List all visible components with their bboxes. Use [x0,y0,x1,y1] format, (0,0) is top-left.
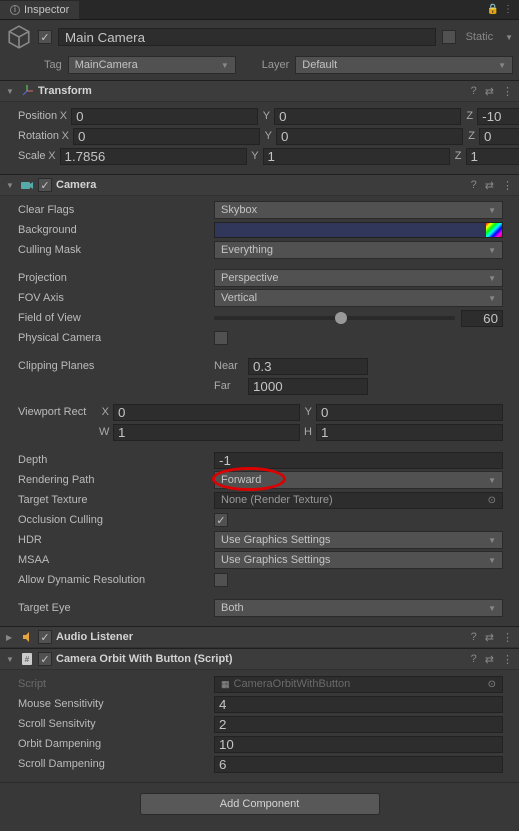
script-field: ▦CameraOrbitWithButton⊙ [214,676,503,693]
scale-z-input[interactable] [466,148,519,165]
projection-dropdown[interactable]: Perspective▼ [214,269,503,287]
foldout-icon[interactable]: ▼ [6,655,16,664]
transform-header[interactable]: ▼ Transform ? ⇄ ⋮ [0,80,519,102]
rotation-label: Rotation [16,130,59,142]
scroll-dampening-input[interactable] [214,756,503,773]
audio-listener-header[interactable]: ▶ Audio Listener ? ⇄ ⋮ [0,626,519,648]
audio-listener-title: Audio Listener [56,631,467,643]
object-picker-icon: ⊙ [488,495,496,506]
help-icon[interactable]: ? [471,179,477,191]
add-component-button[interactable]: Add Component [140,793,380,815]
script-enabled-checkbox[interactable] [38,652,52,666]
position-label: Position [16,110,57,122]
clear-flags-dropdown[interactable]: Skybox▼ [214,201,503,219]
position-y-input[interactable] [274,108,461,125]
menu-icon[interactable]: ⋮ [503,4,513,15]
context-menu-icon[interactable]: ⋮ [502,653,513,666]
mouse-sensitivity-input[interactable] [214,696,503,713]
gameobject-name-input[interactable] [58,28,436,46]
scale-y-input[interactable] [263,148,450,165]
context-menu-icon[interactable]: ⋮ [502,85,513,98]
audio-enabled-checkbox[interactable] [38,630,52,644]
static-dropdown-arrow[interactable]: ▼ [505,33,513,42]
orbit-script-body: Script ▦CameraOrbitWithButton⊙ Mouse Sen… [0,670,519,782]
layer-label: Layer [262,59,290,71]
help-icon[interactable]: ? [471,653,477,665]
msaa-dropdown[interactable]: Use Graphics Settings▼ [214,551,503,569]
scale-x-input[interactable] [60,148,247,165]
tag-dropdown[interactable]: MainCamera▼ [68,56,236,74]
viewport-y-input[interactable] [316,404,503,421]
camera-body: Clear Flags Skybox▼ Background Culling M… [0,196,519,626]
help-icon[interactable]: ? [471,85,477,97]
position-z-input[interactable] [477,108,519,125]
background-color-field[interactable] [214,222,503,238]
static-checkbox[interactable] [442,30,456,44]
gameobject-header: Static ▼ [0,20,519,54]
tab-title: Inspector [24,4,69,16]
help-icon[interactable]: ? [471,631,477,643]
context-menu-icon[interactable]: ⋮ [502,179,513,192]
orbit-dampening-input[interactable] [214,736,503,753]
position-x-input[interactable] [71,108,258,125]
transform-icon [20,84,34,98]
tag-label: Tag [44,59,62,71]
camera-title: Camera [56,179,467,191]
viewport-h-input[interactable] [316,424,503,441]
viewport-w-input[interactable] [113,424,300,441]
viewport-x-input[interactable] [113,404,300,421]
foldout-icon[interactable]: ▼ [6,181,16,190]
fov-slider[interactable] [214,316,455,320]
camera-icon [20,178,34,192]
foldout-icon[interactable]: ▶ [6,633,16,642]
fov-axis-dropdown[interactable]: Vertical▼ [214,289,503,307]
orbit-script-title: Camera Orbit With Button (Script) [56,653,467,665]
transform-title: Transform [38,85,467,97]
inspector-tab[interactable]: i Inspector [0,1,79,19]
lock-icon[interactable]: 🔒 [487,4,499,15]
scroll-sensitivity-input[interactable] [214,716,503,733]
dynamic-resolution-checkbox[interactable] [214,573,228,587]
gameobject-icon[interactable] [6,24,32,50]
preset-icon[interactable]: ⇄ [485,631,494,644]
audio-icon [20,630,34,644]
context-menu-icon[interactable]: ⋮ [502,631,513,644]
scale-label: Scale [16,150,46,162]
transform-body: Position X Y Z Rotation X Y Z Scale X Y … [0,102,519,174]
rotation-y-input[interactable] [276,128,463,145]
near-clip-input[interactable] [248,358,368,375]
window-buttons: 🔒 ⋮ [487,4,519,15]
rotation-z-input[interactable] [479,128,519,145]
tag-layer-row: Tag MainCamera▼ Layer Default▼ [0,54,519,80]
occlusion-checkbox[interactable] [214,513,228,527]
svg-text:#: # [25,655,30,664]
layer-dropdown[interactable]: Default▼ [295,56,513,74]
culling-mask-dropdown[interactable]: Everything▼ [214,241,503,259]
orbit-script-header[interactable]: ▼ # Camera Orbit With Button (Script) ? … [0,648,519,670]
fov-input[interactable] [461,310,503,327]
camera-enabled-checkbox[interactable] [38,178,52,192]
camera-header[interactable]: ▼ Camera ? ⇄ ⋮ [0,174,519,196]
script-icon: # [20,652,34,666]
add-component-section: Add Component [0,782,519,831]
tab-bar: i Inspector 🔒 ⋮ [0,0,519,20]
depth-input[interactable] [214,452,503,469]
foldout-icon[interactable]: ▼ [6,87,16,96]
physical-camera-checkbox[interactable] [214,331,228,345]
target-eye-dropdown[interactable]: Both▼ [214,599,503,617]
preset-icon[interactable]: ⇄ [485,653,494,666]
static-label: Static [462,31,498,43]
hdr-dropdown[interactable]: Use Graphics Settings▼ [214,531,503,549]
preset-icon[interactable]: ⇄ [485,179,494,192]
rotation-x-input[interactable] [73,128,260,145]
far-clip-input[interactable] [248,378,368,395]
active-checkbox[interactable] [38,30,52,44]
script-file-icon: ▦ [221,679,230,690]
rendering-path-dropdown[interactable]: Forward▼ [214,471,503,489]
object-picker-icon: ⊙ [488,679,496,690]
info-icon: i [10,5,20,15]
preset-icon[interactable]: ⇄ [485,85,494,98]
target-texture-field[interactable]: None (Render Texture)⊙ [214,492,503,509]
